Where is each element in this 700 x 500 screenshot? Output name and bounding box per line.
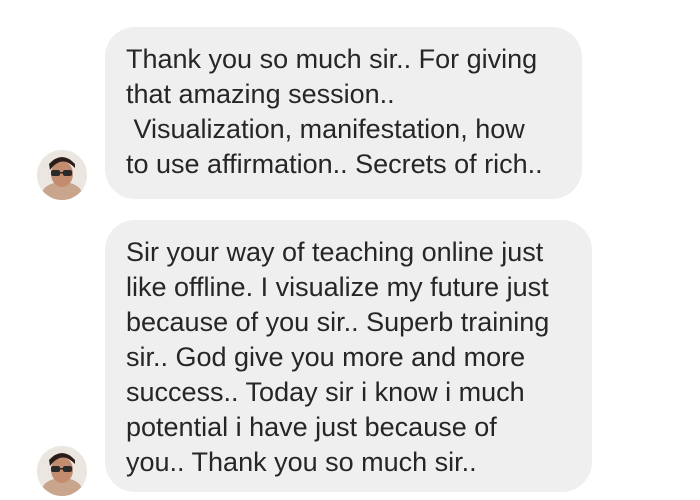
sender-avatar[interactable]: [37, 446, 87, 496]
message-line: potential i have just because of: [126, 412, 497, 442]
message-line: because of you sir.. Superb training: [126, 307, 550, 337]
message-line: Visualization, manifestation, how: [126, 114, 525, 144]
avatar-image: [37, 150, 87, 200]
message-line: Sir your way of teaching online just: [126, 237, 544, 267]
message-line: Thank you so much sir.. For giving: [126, 44, 538, 74]
message-bubble[interactable]: Thank you so much sir.. For giving that …: [105, 27, 582, 199]
message-line: success.. Today sir i know i much: [126, 377, 525, 407]
message-line: to use affirmation.. Secrets of rich..: [126, 149, 543, 179]
avatar-image: [37, 446, 87, 496]
message-line: you.. Thank you so much sir..: [126, 447, 477, 477]
sender-avatar[interactable]: [37, 150, 87, 200]
message-bubble[interactable]: Sir your way of teaching online just lik…: [105, 220, 592, 492]
message-line: that amazing session..: [126, 79, 395, 109]
message-line: like offline. I visualize my future just: [126, 272, 549, 302]
message-line: sir.. God give you more and more: [126, 342, 526, 372]
